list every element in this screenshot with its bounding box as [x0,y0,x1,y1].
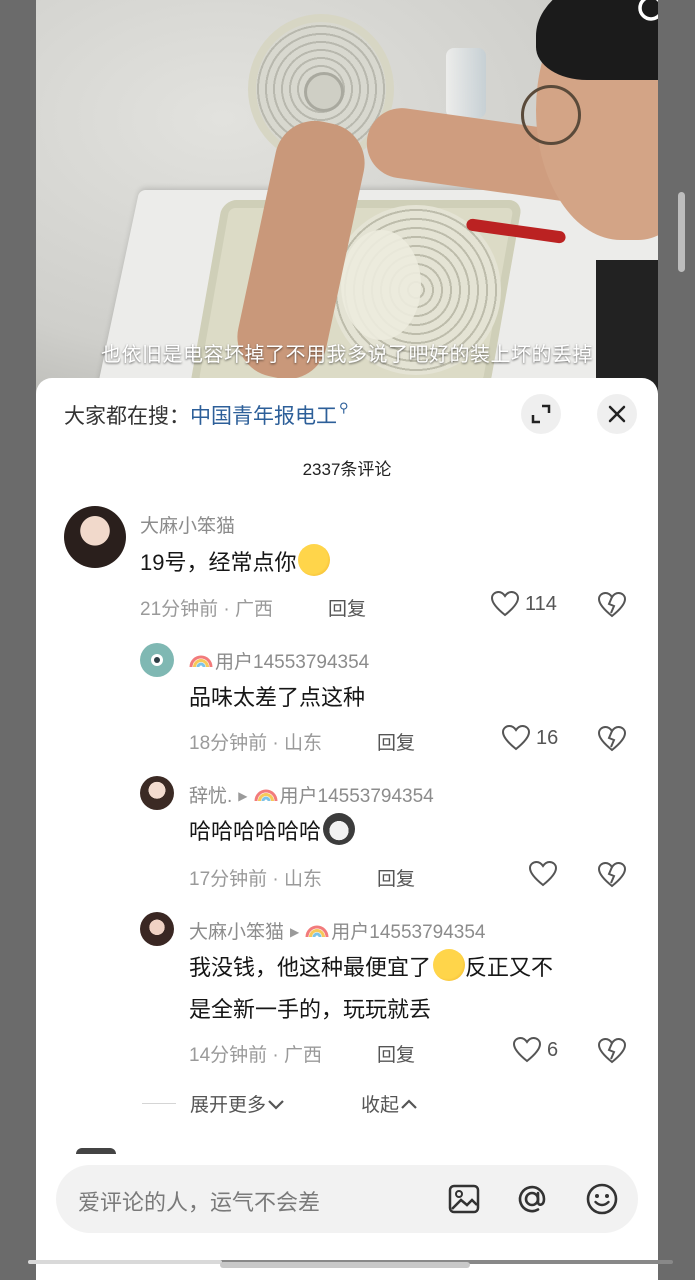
reply-username[interactable]: 辞忧. ▶ 用户14553794354 [189,781,434,808]
reply-text-line1b: 反正又不 [465,955,554,980]
rainbow-icon [305,925,329,938]
reply-username-text: 用户14553794354 [215,652,370,673]
reply-meta: 17分钟前 · 山东 [189,869,323,890]
reply-username[interactable]: 大麻小笨猫 ▶ 用户14553794354 [189,917,486,944]
reply-meta: 14分钟前 · 广西 [189,1045,323,1066]
expand-more-button[interactable]: 展开更多 [190,1090,286,1117]
reply-username-text: 大麻小笨猫 [189,922,285,943]
rainbow-icon [254,789,278,802]
like-button[interactable]: 114 [491,591,557,617]
annoyed-emoji-icon [433,949,466,981]
emoji-icon[interactable] [584,1181,620,1217]
reply-button[interactable]: 回复 [377,864,415,891]
chevron-down-icon [268,1099,284,1110]
comment-sheet: 大家都在搜：中国青年报电工 ⚲ 2337条评论 大麻小笨猫 19号，经常点你 21… [36,378,658,1280]
reply-arrow-icon: ▶ [238,789,248,803]
at-icon[interactable] [514,1181,550,1217]
reply-username[interactable]: 用户14553794354 [189,647,369,674]
reply-text[interactable]: 品味太差了点这种 [189,677,365,719]
expand-more-label: 展开更多 [190,1095,267,1116]
divider [142,1103,176,1104]
reply-button[interactable]: 回复 [328,594,366,621]
heart-icon [513,1037,541,1063]
like-count: 16 [536,726,559,749]
hot-search-prefix: 大家都在搜： [64,405,190,428]
glasses-image [521,85,581,145]
small-search-icon: ⚲ [339,400,349,415]
like-button[interactable]: 16 [502,725,558,751]
avatar[interactable] [140,776,174,810]
avatar[interactable] [140,643,174,677]
chevron-up-icon [401,1098,417,1109]
reply-meta: 18分钟前 · 山东 [189,733,323,754]
search-icon[interactable] [634,0,658,34]
like-count: 6 [547,1038,559,1061]
video-progress-fill [28,1260,222,1264]
avatar[interactable] [140,912,174,946]
next-comment-avatar [76,1148,116,1154]
comment-meta: 21分钟前 · 广西 [140,599,274,620]
reply-text[interactable]: 我没钱，他这种最便宜了 反正又不 [189,947,553,989]
heart-icon [529,861,557,887]
dislike-icon[interactable] [598,726,626,752]
hot-search[interactable]: 大家都在搜：中国青年报电工 ⚲ [64,400,349,430]
rainbow-icon [189,655,213,668]
collapse-label: 收起 [361,1095,400,1116]
comment-count: 2337条评论 [302,460,392,479]
fan-blade-image [341,230,421,340]
hot-search-keyword[interactable]: 中国青年报电工 [190,405,337,428]
reply-button[interactable]: 回复 [377,728,415,755]
reply-text-line2[interactable]: 是全新一手的，玩玩就丢 [189,989,431,1031]
screen: 也依旧是电容坏掉了不用我多说了吧好的装上坏的丢掉 大家都在搜：中国青年报电工 ⚲ … [0,0,695,1280]
scroll-indicator[interactable] [678,192,685,272]
expand-icon [531,404,551,424]
heart-icon [502,725,530,751]
thinking-emoji-icon [298,544,331,576]
dislike-icon[interactable] [598,1038,626,1064]
close-icon [608,405,626,423]
expand-button[interactable] [521,394,561,434]
water-bottles-image [446,48,486,118]
reply-text-content: 哈哈哈哈哈哈 [189,819,322,844]
comment-text-content: 19号，经常点你 [140,550,297,575]
dislike-icon[interactable] [598,592,626,618]
reply-arrow-icon: ▶ [290,925,300,939]
reply-button[interactable]: 回复 [377,1040,415,1067]
comment-username[interactable]: 大麻小笨猫 [140,511,235,538]
reply-text-line1a: 我没钱，他这种最便宜了 [189,955,432,980]
reply-to-username: 用户14553794354 [331,922,486,943]
reply-text[interactable]: 哈哈哈哈哈哈 [189,811,356,853]
comment-input[interactable]: 爱评论的人，运气不会差 [56,1165,638,1233]
home-indicator[interactable] [220,1262,470,1268]
video-player[interactable] [36,0,658,395]
shirt-image [596,260,658,395]
reply-to-username: 用户14553794354 [279,786,434,807]
reply-username-text: 辞忧. [189,786,233,807]
like-button[interactable]: 6 [513,1037,558,1063]
video-subtitle: 也依旧是电容坏掉了不用我多说了吧好的装上坏的丢掉 [101,344,593,366]
like-button[interactable] [529,861,563,887]
image-icon[interactable] [446,1181,482,1217]
close-button[interactable] [597,394,637,434]
dislike-icon[interactable] [598,862,626,888]
avatar[interactable] [64,506,126,568]
comment-input-placeholder: 爱评论的人，运气不会差 [78,1190,321,1215]
collapse-button[interactable]: 收起 [361,1090,419,1117]
husky-emoji-icon [323,813,356,845]
comment-text[interactable]: 19号，经常点你 [140,542,331,584]
heart-icon [491,591,519,617]
eye-avatar-icon [151,654,163,666]
like-count: 114 [525,592,557,615]
